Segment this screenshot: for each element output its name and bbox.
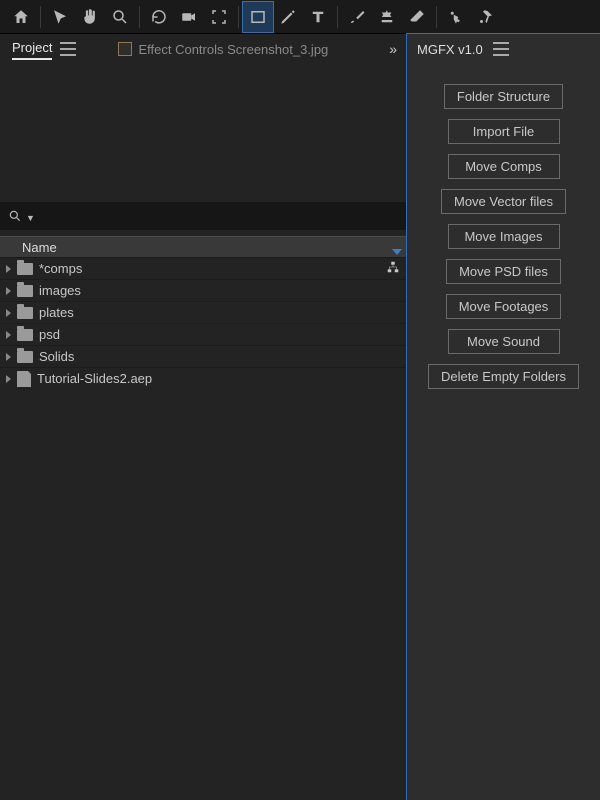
folder-structure-button[interactable]: Folder Structure [444, 84, 563, 109]
tree-row[interactable]: Tutorial-Slides2.aep [0, 368, 406, 390]
tree-row[interactable]: plates [0, 302, 406, 324]
project-panel-tabs: Project Effect Controls Screenshot_3.jpg… [0, 34, 406, 64]
tree-item-label: images [39, 283, 81, 298]
move-vector-files-button[interactable]: Move Vector files [441, 189, 566, 214]
clone-stamp-icon[interactable] [372, 2, 402, 32]
toolbar-separator [436, 6, 437, 28]
project-search-input[interactable]: ▼ [0, 202, 406, 230]
mgfx-panel: MGFX v1.0 Folder Structure Import File M… [407, 34, 600, 800]
mgfx-body: Folder Structure Import File Move Comps … [407, 64, 600, 397]
roi-icon[interactable] [204, 2, 234, 32]
footage-icon [118, 42, 132, 56]
folder-icon [17, 263, 33, 275]
top-toolbar [0, 0, 600, 34]
roto-brush-icon[interactable] [441, 2, 471, 32]
camera-icon[interactable] [174, 2, 204, 32]
import-file-button[interactable]: Import File [448, 119, 560, 144]
brush-icon[interactable] [342, 2, 372, 32]
chevron-right-icon[interactable] [6, 331, 11, 339]
mgfx-title: MGFX v1.0 [417, 42, 483, 57]
flowchart-icon[interactable] [386, 260, 400, 277]
home-icon[interactable] [6, 2, 36, 32]
toolbar-separator [40, 6, 41, 28]
tab-effect-controls[interactable]: Effect Controls Screenshot_3.jpg [118, 42, 381, 57]
column-header-name[interactable]: Name [0, 236, 406, 258]
move-footages-button[interactable]: Move Footages [446, 294, 562, 319]
tree-item-label: psd [39, 327, 60, 342]
tree-item-label: Solids [39, 349, 74, 364]
mgfx-panel-header: MGFX v1.0 [407, 34, 600, 64]
panel-menu-icon[interactable] [60, 42, 76, 56]
orbit-icon[interactable] [144, 2, 174, 32]
tree-row[interactable]: Solids [0, 346, 406, 368]
toolbar-separator [139, 6, 140, 28]
folder-icon [17, 351, 33, 363]
hand-icon[interactable] [75, 2, 105, 32]
folder-icon [17, 329, 33, 341]
chevron-right-icon[interactable] [6, 287, 11, 295]
pen-icon[interactable] [273, 2, 303, 32]
chevron-right-icon[interactable] [6, 265, 11, 273]
puppet-pin-icon[interactable] [471, 2, 501, 32]
tree-item-label: Tutorial-Slides2.aep [37, 371, 152, 386]
sort-indicator-icon [392, 249, 402, 255]
tree-row[interactable]: *comps [0, 258, 406, 280]
project-preview-area [0, 64, 406, 202]
zoom-icon[interactable] [105, 2, 135, 32]
delete-empty-folders-button[interactable]: Delete Empty Folders [428, 364, 579, 389]
toolbar-separator [238, 6, 239, 28]
search-dropdown-icon[interactable]: ▼ [26, 213, 35, 223]
chevron-right-icon[interactable] [6, 309, 11, 317]
project-panel: Project Effect Controls Screenshot_3.jpg… [0, 34, 407, 800]
move-psd-files-button[interactable]: Move PSD files [446, 259, 561, 284]
tree-row[interactable]: psd [0, 324, 406, 346]
move-sound-button[interactable]: Move Sound [448, 329, 560, 354]
tree-item-label: plates [39, 305, 74, 320]
move-images-button[interactable]: Move Images [448, 224, 560, 249]
search-icon [8, 209, 22, 223]
project-file-icon [17, 371, 31, 387]
type-icon[interactable] [303, 2, 333, 32]
main-area: Project Effect Controls Screenshot_3.jpg… [0, 34, 600, 800]
folder-icon [17, 285, 33, 297]
column-name-label: Name [22, 240, 57, 255]
tree-item-label: *comps [39, 261, 82, 276]
search-field[interactable] [39, 209, 398, 224]
folder-icon [17, 307, 33, 319]
effect-controls-label: Effect Controls Screenshot_3.jpg [138, 42, 328, 57]
move-comps-button[interactable]: Move Comps [448, 154, 560, 179]
tree-row[interactable]: images [0, 280, 406, 302]
eraser-icon[interactable] [402, 2, 432, 32]
chevron-right-icon[interactable] [6, 375, 11, 383]
panel-menu-icon[interactable] [493, 42, 509, 56]
selection-icon[interactable] [45, 2, 75, 32]
toolbar-separator [337, 6, 338, 28]
chevron-right-icon[interactable] [6, 353, 11, 361]
project-tree: *comps images plates psd [0, 258, 406, 800]
overflow-chevrons-icon[interactable]: » [389, 41, 394, 57]
rectangle-icon[interactable] [243, 2, 273, 32]
tab-project[interactable]: Project [12, 38, 52, 60]
